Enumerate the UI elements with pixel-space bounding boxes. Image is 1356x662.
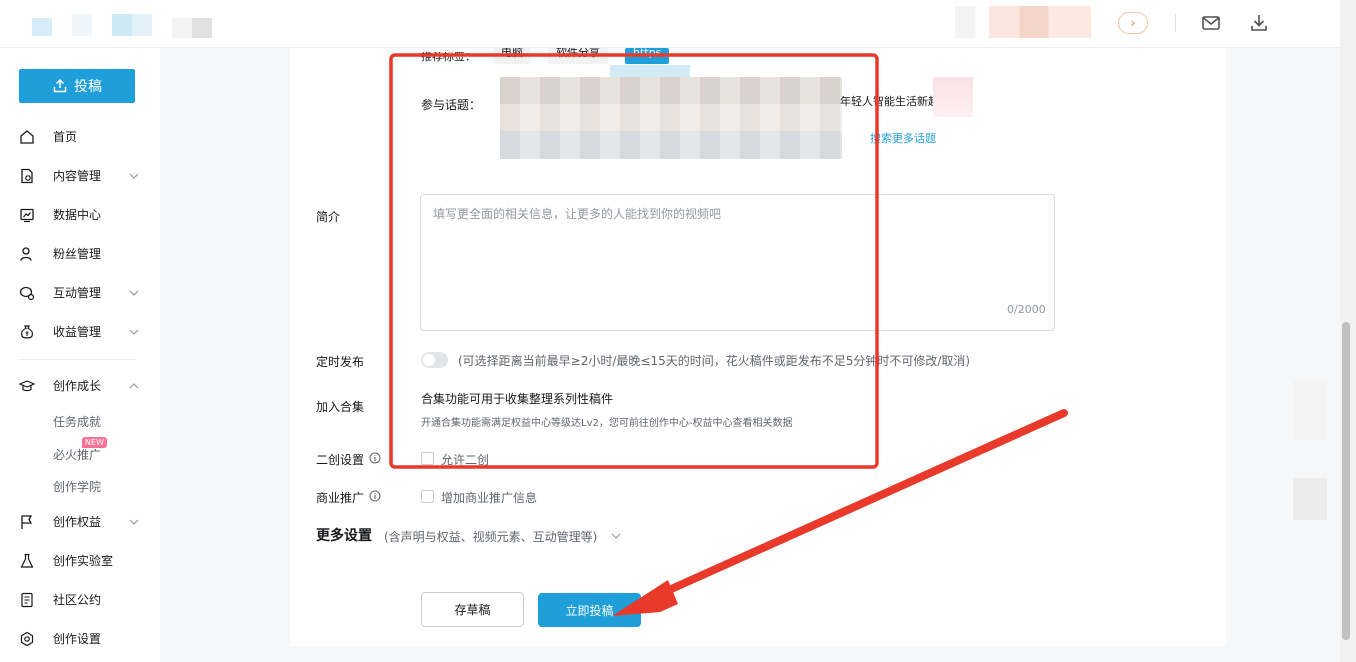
sidebar-item-label: 社区公约: [53, 593, 102, 607]
new-badge: NEW: [82, 437, 107, 448]
sidebar-item-content[interactable]: 内容管理: [0, 161, 160, 191]
chat-icon: [19, 286, 35, 301]
side-widget-blurred: [1293, 380, 1327, 440]
sidebar-item-label: 创作权益: [53, 515, 102, 529]
chevron-down-icon: [129, 519, 139, 525]
download-icon[interactable]: [1248, 12, 1270, 34]
collection-note: 开通合集功能需满足权益中心等级达Lv2，您可前往创作中心-权益中心查看相关数据: [421, 418, 793, 429]
book-icon: [21, 592, 33, 608]
tag-chip-selected[interactable]: https: [625, 48, 670, 64]
sidebar-item-label: 创作设置: [53, 632, 102, 646]
sidebar-item-lab[interactable]: 创作实验室: [0, 546, 160, 576]
upload-button[interactable]: 投稿: [19, 69, 135, 103]
user-icon: [20, 247, 32, 261]
chevron-down-icon[interactable]: [611, 532, 621, 540]
sidebar-item-convention[interactable]: 社区公约: [0, 585, 160, 615]
flag-icon: [21, 515, 33, 529]
sidebar-item-settings[interactable]: 创作设置: [0, 624, 160, 654]
sidebar-divider: [19, 359, 136, 360]
graduation-cap-icon: [19, 380, 35, 392]
sidebar-subitem-academy[interactable]: 创作学院: [53, 477, 101, 497]
side-widget-blurred: [1293, 478, 1327, 520]
user-profile-area[interactable]: [955, 6, 1125, 38]
info-icon[interactable]: [369, 490, 381, 502]
sidebar-item-growth[interactable]: 创作成长: [0, 371, 160, 401]
commercial-label: 商业推广: [316, 491, 365, 505]
app-root: › 投稿 首页 内容管理 数据中心 粉丝管理 互动管理 收益管理 创作成长 任务…: [0, 0, 1356, 662]
home-icon: [20, 130, 34, 144]
topic-chip[interactable]: 年轻人智能生活新趋势: [840, 93, 935, 109]
mail-icon[interactable]: [1200, 12, 1222, 34]
document-icon: [21, 168, 33, 184]
sidebar-subitem-promotion[interactable]: 必火推广: [53, 445, 101, 465]
save-draft-button[interactable]: 存草稿: [421, 592, 524, 627]
sidebar-subitem-tasks[interactable]: 任务成就: [53, 412, 101, 432]
more-settings-subtitle[interactable]: (含声明与权益、视频元素、互动管理等): [384, 528, 597, 545]
chevron-up-icon: [129, 383, 139, 389]
sidebar-item-label: 首页: [53, 130, 78, 144]
sidebar-item-label: 粉丝管理: [53, 247, 102, 261]
commercial-promo-checkbox[interactable]: [421, 490, 434, 503]
more-settings-title[interactable]: 更多设置: [316, 525, 372, 545]
site-logo[interactable]: [32, 18, 52, 36]
topics-label: 参与话题：: [421, 98, 482, 112]
sidebar-item-interaction[interactable]: 互动管理: [0, 278, 160, 308]
commercial-promo-label[interactable]: 增加商业推广信息: [441, 489, 537, 506]
topic-chip-blurred[interactable]: [933, 77, 973, 117]
header-divider: [1175, 14, 1176, 32]
sidebar-item-label: 数据中心: [53, 208, 102, 222]
allow-derivative-label[interactable]: 允许二创: [441, 451, 489, 468]
sidebar-item-revenue[interactable]: 收益管理: [0, 317, 160, 347]
site-logo-part: [112, 14, 152, 36]
description-placeholder: 填写更全面的相关信息，让更多的人能找到你的视频吧: [433, 207, 722, 221]
sidebar-item-label: 互动管理: [53, 286, 102, 300]
chevron-down-icon: [129, 329, 139, 335]
upload-icon: [53, 78, 67, 93]
sidebar-item-label: 收益管理: [53, 325, 102, 339]
sidebar-item-home[interactable]: 首页: [0, 122, 160, 152]
schedule-toggle-knob: [423, 354, 435, 366]
sidebar-item-benefits[interactable]: 创作权益: [0, 507, 160, 537]
topic-list-blurred[interactable]: [500, 77, 842, 159]
collection-title: 合集功能可用于收集整理系列性稿件: [421, 392, 614, 406]
allow-derivative-checkbox[interactable]: [421, 452, 434, 465]
collection-label: 加入合集: [316, 400, 365, 414]
sidebar: 投稿 首页 内容管理 数据中心 粉丝管理 互动管理 收益管理 创作成长 任务成就…: [0, 48, 160, 662]
description-label: 简介: [316, 210, 341, 224]
site-logo-part: [72, 14, 92, 36]
description-char-count: 0/2000: [1007, 303, 1046, 316]
tag-chip[interactable]: 软件分享: [548, 48, 608, 64]
schedule-hint: (可选择距离当前最早≥2小时/最晚≤15天的时间，花火稿件或距发布不足5分钟时不…: [458, 354, 971, 368]
schedule-label: 定时发布: [316, 355, 365, 369]
derivative-label: 二创设置: [316, 453, 365, 467]
tag-chip-shadow: [610, 65, 690, 77]
profile-expand-button[interactable]: ›: [1118, 12, 1148, 34]
sidebar-item-label: 创作实验室: [53, 554, 114, 568]
site-logo-part: [172, 18, 212, 38]
flask-icon: [20, 553, 34, 568]
sidebar-item-label: 内容管理: [53, 169, 102, 183]
chevron-down-icon: [129, 290, 139, 296]
upload-button-label: 投稿: [74, 79, 102, 95]
settings-icon: [20, 631, 34, 647]
recommended-tags-label: 推荐标签：: [421, 52, 476, 63]
money-bag-icon: [21, 325, 33, 339]
sidebar-item-label: 创作成长: [53, 379, 102, 393]
info-icon[interactable]: [369, 452, 381, 464]
chart-icon: [20, 208, 34, 223]
chevron-down-icon: [129, 173, 139, 179]
tag-chip[interactable]: 电脑: [493, 48, 531, 64]
search-more-topics-link[interactable]: 搜索更多话题: [870, 130, 936, 146]
sidebar-item-fans[interactable]: 粉丝管理: [0, 239, 160, 269]
sidebar-item-data[interactable]: 数据中心: [0, 200, 160, 230]
submit-button[interactable]: 立即投稿: [538, 593, 641, 627]
page-scrollbar-thumb[interactable]: [1342, 322, 1350, 640]
